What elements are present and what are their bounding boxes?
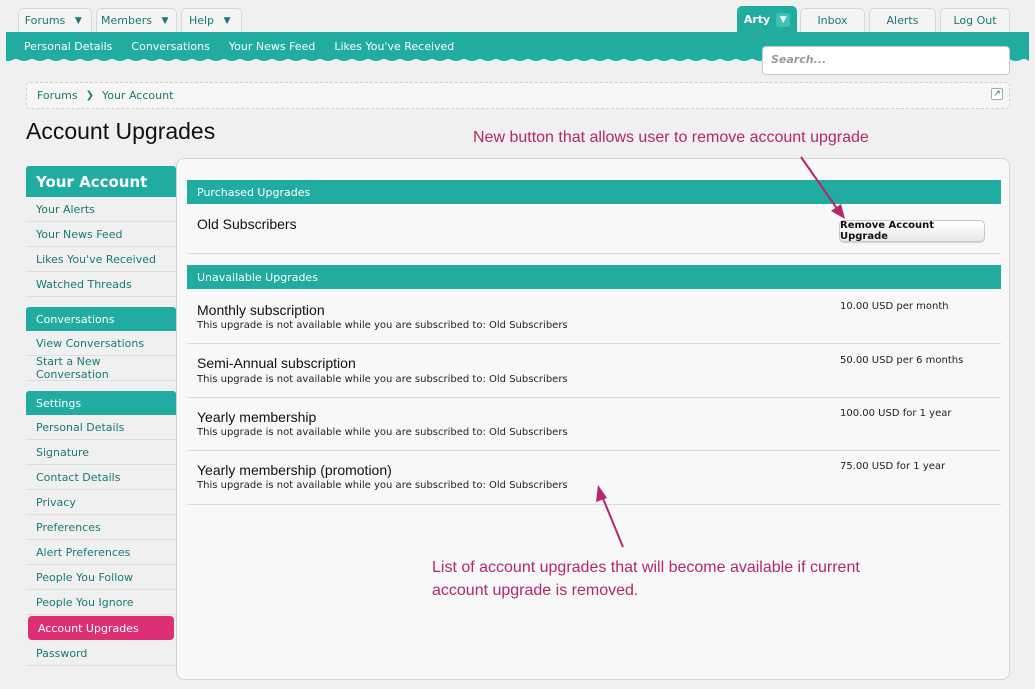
nav-tab-members[interactable]: Members ▼ xyxy=(96,8,177,32)
nav-tab-label: Alerts xyxy=(886,14,919,27)
sidebar-item-contact-details[interactable]: Contact Details xyxy=(26,465,176,490)
nav-tab-logout[interactable]: Log Out xyxy=(940,8,1010,32)
sidebar-item-view-conversations[interactable]: View Conversations xyxy=(26,331,176,356)
sidebar-heading-settings: Settings xyxy=(26,391,176,415)
upgrade-title: Monthly subscription xyxy=(197,302,325,318)
top-navigation: Forums ▼ Members ▼ Help ▼ Arty ▼ Inbox A… xyxy=(0,0,1035,32)
upgrade-note: This upgrade is not available while you … xyxy=(197,427,568,438)
upgrade-cost: 100.00 USD for 1 year xyxy=(840,408,952,419)
nav-tab-label: Inbox xyxy=(817,14,848,27)
sidebar-item-your-news-feed[interactable]: Your News Feed xyxy=(26,222,176,247)
nav-tab-label: Help xyxy=(188,14,215,27)
sidebar-item-your-alerts[interactable]: Your Alerts xyxy=(26,197,176,222)
sidebar-item-start-conversation[interactable]: Start a New Conversation xyxy=(26,355,176,381)
user-menu-tab[interactable]: Arty ▼ xyxy=(737,6,797,32)
search-input[interactable]: Search... xyxy=(762,46,1010,75)
breadcrumb-link-forums[interactable]: Forums xyxy=(37,89,78,102)
jump-to-icon[interactable]: ↗ xyxy=(991,88,1003,100)
nav-tab-inbox[interactable]: Inbox xyxy=(800,8,865,32)
upgrade-cost: 50.00 USD per 6 months xyxy=(840,355,964,366)
chevron-down-icon[interactable]: ▼ xyxy=(220,14,234,28)
sidebar-item-personal-details[interactable]: Personal Details xyxy=(26,415,176,440)
sidebar-item-privacy[interactable]: Privacy xyxy=(26,490,176,515)
upgrade-title: Semi-Annual subscription xyxy=(197,355,356,371)
list-item: Semi-Annual subscription This upgrade is… xyxy=(187,344,1001,398)
annotation-remove-button: New button that allows user to remove ac… xyxy=(473,129,869,146)
sidebar-item-likes-received[interactable]: Likes You've Received xyxy=(26,247,176,272)
upgrade-title: Yearly membership (promotion) xyxy=(197,462,392,478)
sidebar-item-alert-preferences[interactable]: Alert Preferences xyxy=(26,540,176,565)
subnav-link-news-feed[interactable]: Your News Feed xyxy=(229,40,315,53)
sidebar-item-account-upgrades[interactable]: Account Upgrades xyxy=(28,616,174,640)
breadcrumb: Forums ❯ Your Account ↗ xyxy=(26,82,1010,109)
chevron-down-icon[interactable]: ▼ xyxy=(776,12,791,27)
sidebar-item-people-you-follow[interactable]: People You Follow xyxy=(26,565,176,590)
chevron-down-icon[interactable]: ▼ xyxy=(158,14,172,28)
list-item: Yearly membership This upgrade is not av… xyxy=(187,398,1001,451)
subnav-link-conversations[interactable]: Conversations xyxy=(131,40,209,53)
upgrade-title: Yearly membership xyxy=(197,409,317,425)
nav-tab-forums[interactable]: Forums ▼ xyxy=(18,8,92,32)
upgrade-cost: 10.00 USD per month xyxy=(840,301,949,312)
sidebar-heading-your-account[interactable]: Your Account xyxy=(26,166,176,197)
account-sidebar: Your Account Your Alerts Your News Feed … xyxy=(26,166,176,666)
list-item: Yearly membership (promotion) This upgra… xyxy=(187,451,1001,505)
upgrade-note: This upgrade is not available while you … xyxy=(197,480,568,491)
nav-tab-alerts[interactable]: Alerts xyxy=(869,8,936,32)
username-label: Arty xyxy=(743,13,771,26)
nav-tab-label: Log Out xyxy=(953,14,997,27)
annotation-upgrade-list-line1: List of account upgrades that will becom… xyxy=(432,559,860,576)
upgrade-note: This upgrade is not available while you … xyxy=(197,374,568,385)
list-item: Monthly subscription This upgrade is not… xyxy=(187,290,1001,344)
sidebar-item-people-you-ignore[interactable]: People You Ignore xyxy=(26,590,176,615)
upgrade-note: This upgrade is not available while you … xyxy=(197,320,568,331)
nav-tab-label: Forums xyxy=(24,14,66,27)
remove-account-upgrade-button[interactable]: Remove Account Upgrade xyxy=(839,220,985,242)
subnav-link-likes[interactable]: Likes You've Received xyxy=(334,40,454,53)
breadcrumb-link-your-account[interactable]: Your Account xyxy=(102,89,173,102)
purchased-upgrades-heading: Purchased Upgrades xyxy=(187,180,1001,204)
unavailable-upgrades-heading: Unavailable Upgrades xyxy=(187,265,1001,289)
upgrade-title: Old Subscribers xyxy=(197,216,297,232)
sidebar-heading-conversations: Conversations xyxy=(26,307,176,331)
sidebar-item-watched-threads[interactable]: Watched Threads xyxy=(26,272,176,297)
nav-tab-help[interactable]: Help ▼ xyxy=(181,8,242,32)
sidebar-item-password[interactable]: Password xyxy=(26,641,176,666)
chevron-right-icon: ❯ xyxy=(85,90,94,101)
upgrade-cost: 75.00 USD for 1 year xyxy=(840,461,946,472)
nav-tab-label: Members xyxy=(101,14,152,27)
sidebar-item-signature[interactable]: Signature xyxy=(26,440,176,465)
chevron-down-icon[interactable]: ▼ xyxy=(71,14,85,28)
sidebar-item-preferences[interactable]: Preferences xyxy=(26,515,176,540)
page-title: Account Upgrades xyxy=(26,118,216,144)
annotation-upgrade-list-line2: account upgrade is removed. xyxy=(432,582,639,599)
subnav-link-personal-details[interactable]: Personal Details xyxy=(24,40,112,53)
